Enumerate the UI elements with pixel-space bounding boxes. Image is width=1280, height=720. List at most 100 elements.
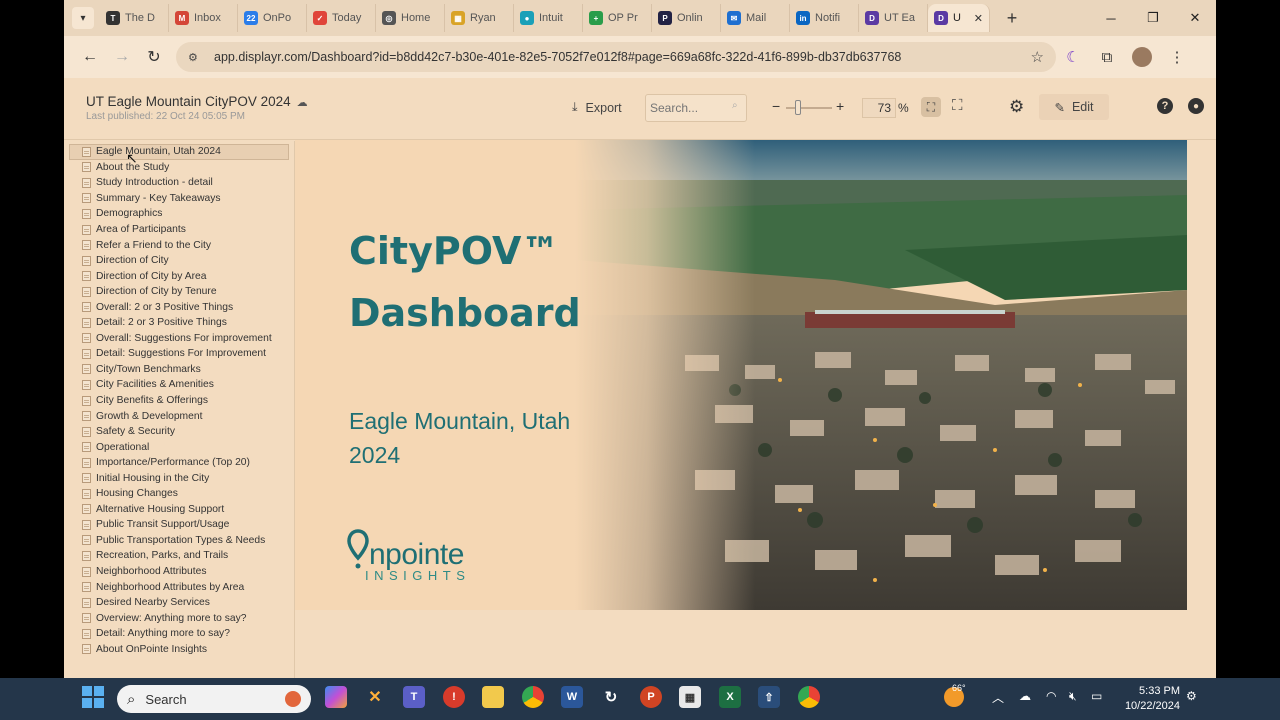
sidebar-page-item[interactable]: Desired Nearby Services xyxy=(64,595,294,611)
extensions-puzzle-icon[interactable]: ⧉ xyxy=(1090,49,1124,66)
user-account-icon[interactable]: ● xyxy=(1188,98,1204,114)
sidebar-page-item[interactable]: Overall: 2 or 3 Positive Things xyxy=(64,299,294,315)
sidebar-page-label: Refer a Friend to the City xyxy=(96,239,212,251)
export-button[interactable]: ⤓ Export xyxy=(572,100,622,115)
sidebar-page-item[interactable]: City Facilities & Amenities xyxy=(64,377,294,393)
sidebar-page-item[interactable]: Housing Changes xyxy=(64,486,294,502)
powerpoint-icon[interactable]: P xyxy=(640,686,662,708)
tab-strip: ▾ T The D M Inbox 22 OnPo ✓ Today ◎ Home ▦ Ryan ● Int… xyxy=(64,0,1216,36)
sidebar-page-item[interactable]: Detail: Suggestions For Improvement xyxy=(64,346,294,362)
browser-tab[interactable]: 22 OnPo xyxy=(238,4,307,32)
tray-chevron-icon[interactable]: ︿ xyxy=(992,689,1004,706)
reload-icon[interactable]: ↻ xyxy=(138,47,170,67)
browser-tab[interactable]: in Notifi xyxy=(790,4,859,32)
browser-menu-icon[interactable]: ⋮ xyxy=(1160,48,1194,66)
browser-tab[interactable]: ✉ Mail xyxy=(721,4,790,32)
sidebar-page-item[interactable]: Detail: Anything more to say? xyxy=(64,626,294,642)
zoom-slider-track[interactable] xyxy=(786,107,832,109)
calculator-icon[interactable]: ▦ xyxy=(679,686,701,708)
sidebar-page-item[interactable]: Recreation, Parks, and Trails xyxy=(64,548,294,564)
sidebar-page-item[interactable]: Alternative Housing Support xyxy=(64,502,294,518)
browser-tab[interactable]: P Onlin xyxy=(652,4,721,32)
sidebar-page-item[interactable]: Detail: 2 or 3 Positive Things xyxy=(64,315,294,331)
volume-muted-icon[interactable]: 🔇︎ xyxy=(1069,689,1077,704)
sidebar-page-item[interactable]: Operational xyxy=(64,439,294,455)
browser-tab[interactable]: ● Intuit xyxy=(514,4,583,32)
sidebar-page-item[interactable]: About the Study xyxy=(64,160,294,176)
power-app-icon[interactable]: ! xyxy=(443,686,465,708)
wifi-icon[interactable]: ◠ xyxy=(1046,689,1056,703)
zoom-out-button[interactable]: − xyxy=(772,98,780,114)
teams-icon[interactable]: T xyxy=(403,686,425,708)
profile-avatar[interactable] xyxy=(1132,47,1152,67)
taskbar-search[interactable]: ⌕ Search xyxy=(117,685,311,713)
sidebar-page-item[interactable]: Study Introduction - detail xyxy=(64,175,294,191)
windows-start-icon[interactable] xyxy=(82,686,104,708)
sidebar-page-item[interactable]: City Benefits & Offerings xyxy=(64,393,294,409)
sidebar-page-item[interactable]: Area of Participants xyxy=(64,222,294,238)
browser-tab[interactable]: T The D xyxy=(100,4,169,32)
browser-tab[interactable]: ✓ Today xyxy=(307,4,376,32)
sidebar-page-label: Public Transit Support/Usage xyxy=(96,519,230,531)
zoom-in-button[interactable]: + xyxy=(836,98,844,114)
sidebar-page-item[interactable]: Public Transit Support/Usage xyxy=(64,517,294,533)
close-window-button[interactable]: ✕ xyxy=(1174,0,1216,36)
url-field[interactable]: ⚙ app.displayr.com/Dashboard?id=b8dd42c7… xyxy=(176,42,1056,72)
settings-gear-icon[interactable]: ⚙ xyxy=(1009,97,1024,117)
sidebar-page-item[interactable]: Direction of City xyxy=(64,253,294,269)
refresh-app-icon[interactable]: ↻ xyxy=(600,686,622,708)
file-explorer-icon[interactable] xyxy=(482,686,504,708)
sidebar-page-item[interactable]: Overall: Suggestions For improvement xyxy=(64,331,294,347)
upload-app-icon[interactable]: ⇧ xyxy=(758,686,780,708)
sidebar-page-item[interactable]: Summary - Key Takeaways xyxy=(64,191,294,207)
help-icon[interactable]: ? xyxy=(1157,98,1173,114)
browser-tab-active[interactable]: D U ✕ xyxy=(928,4,990,32)
browser-tab[interactable]: D UT Ea xyxy=(859,4,928,32)
onedrive-cloud-icon[interactable]: ☁ xyxy=(1019,689,1031,703)
chrome-active-icon[interactable] xyxy=(798,686,820,708)
edit-button[interactable]: ✎ Edit xyxy=(1039,94,1109,120)
sidebar-page-item[interactable]: Neighborhood Attributes by Area xyxy=(64,579,294,595)
tools-x-icon[interactable]: ✕ xyxy=(364,686,386,708)
sidebar-page-item[interactable]: Refer a Friend to the City xyxy=(64,237,294,253)
excel-icon[interactable]: X xyxy=(719,686,741,708)
sidebar-page-item[interactable]: Demographics xyxy=(64,206,294,222)
minimize-button[interactable]: ─ xyxy=(1090,0,1132,36)
tab-search-chevron-icon[interactable]: ▾ xyxy=(72,7,94,29)
browser-tab[interactable]: M Inbox xyxy=(169,4,238,32)
zoom-input[interactable]: 73 xyxy=(862,98,896,118)
sidebar-page-item[interactable]: Overview: Anything more to say? xyxy=(64,610,294,626)
sidebar-page-item[interactable]: Safety & Security xyxy=(64,424,294,440)
copilot-icon[interactable] xyxy=(325,686,347,708)
sidebar-page-item[interactable]: Importance/Performance (Top 20) xyxy=(64,455,294,471)
sidebar-page-item[interactable]: Initial Housing in the City xyxy=(64,470,294,486)
notifications-icon[interactable]: ⚙ xyxy=(1186,689,1197,703)
zoom-slider-handle[interactable] xyxy=(794,100,801,115)
bookmark-star-icon[interactable]: ☆ xyxy=(1031,48,1044,66)
chrome-icon[interactable] xyxy=(522,686,544,708)
browser-tab[interactable]: ▦ Ryan xyxy=(445,4,514,32)
sidebar-page-item[interactable]: Growth & Development xyxy=(64,408,294,424)
restore-button[interactable]: ❐ xyxy=(1132,0,1174,36)
sidebar-page-item[interactable]: Eagle Mountain, Utah 2024 xyxy=(69,144,289,160)
system-clock[interactable]: 5:33 PM 10/22/2024 xyxy=(1116,684,1180,714)
sidebar-page-item[interactable]: Direction of City by Tenure xyxy=(64,284,294,300)
fullscreen-icon[interactable]: ⛶ xyxy=(952,97,963,114)
browser-tab[interactable]: ◎ Home xyxy=(376,4,445,32)
sidebar-page-item[interactable]: Public Transportation Types & Needs xyxy=(64,533,294,549)
close-tab-icon[interactable]: ✕ xyxy=(974,12,983,25)
battery-icon[interactable]: ▭ xyxy=(1091,689,1102,703)
sidebar-page-item[interactable]: About OnPointe Insights xyxy=(64,642,294,658)
sidebar-page-item[interactable]: Neighborhood Attributes xyxy=(64,564,294,580)
sidebar-page-item[interactable]: Direction of City by Area xyxy=(64,268,294,284)
fit-to-screen-icon[interactable]: ⛶ xyxy=(921,97,941,117)
browser-tab[interactable]: + OP Pr xyxy=(583,4,652,32)
forward-arrow-icon[interactable]: → xyxy=(106,48,138,66)
word-icon[interactable]: W xyxy=(561,686,583,708)
new-tab-button[interactable]: + xyxy=(1000,8,1024,29)
tab-favicon-icon: P xyxy=(658,11,672,25)
site-info-icon[interactable]: ⚙ xyxy=(188,51,204,64)
sidebar-page-item[interactable]: City/Town Benchmarks xyxy=(64,362,294,378)
dark-mode-extension-icon[interactable]: ☾ xyxy=(1056,48,1090,66)
back-arrow-icon[interactable]: ← xyxy=(74,48,106,66)
